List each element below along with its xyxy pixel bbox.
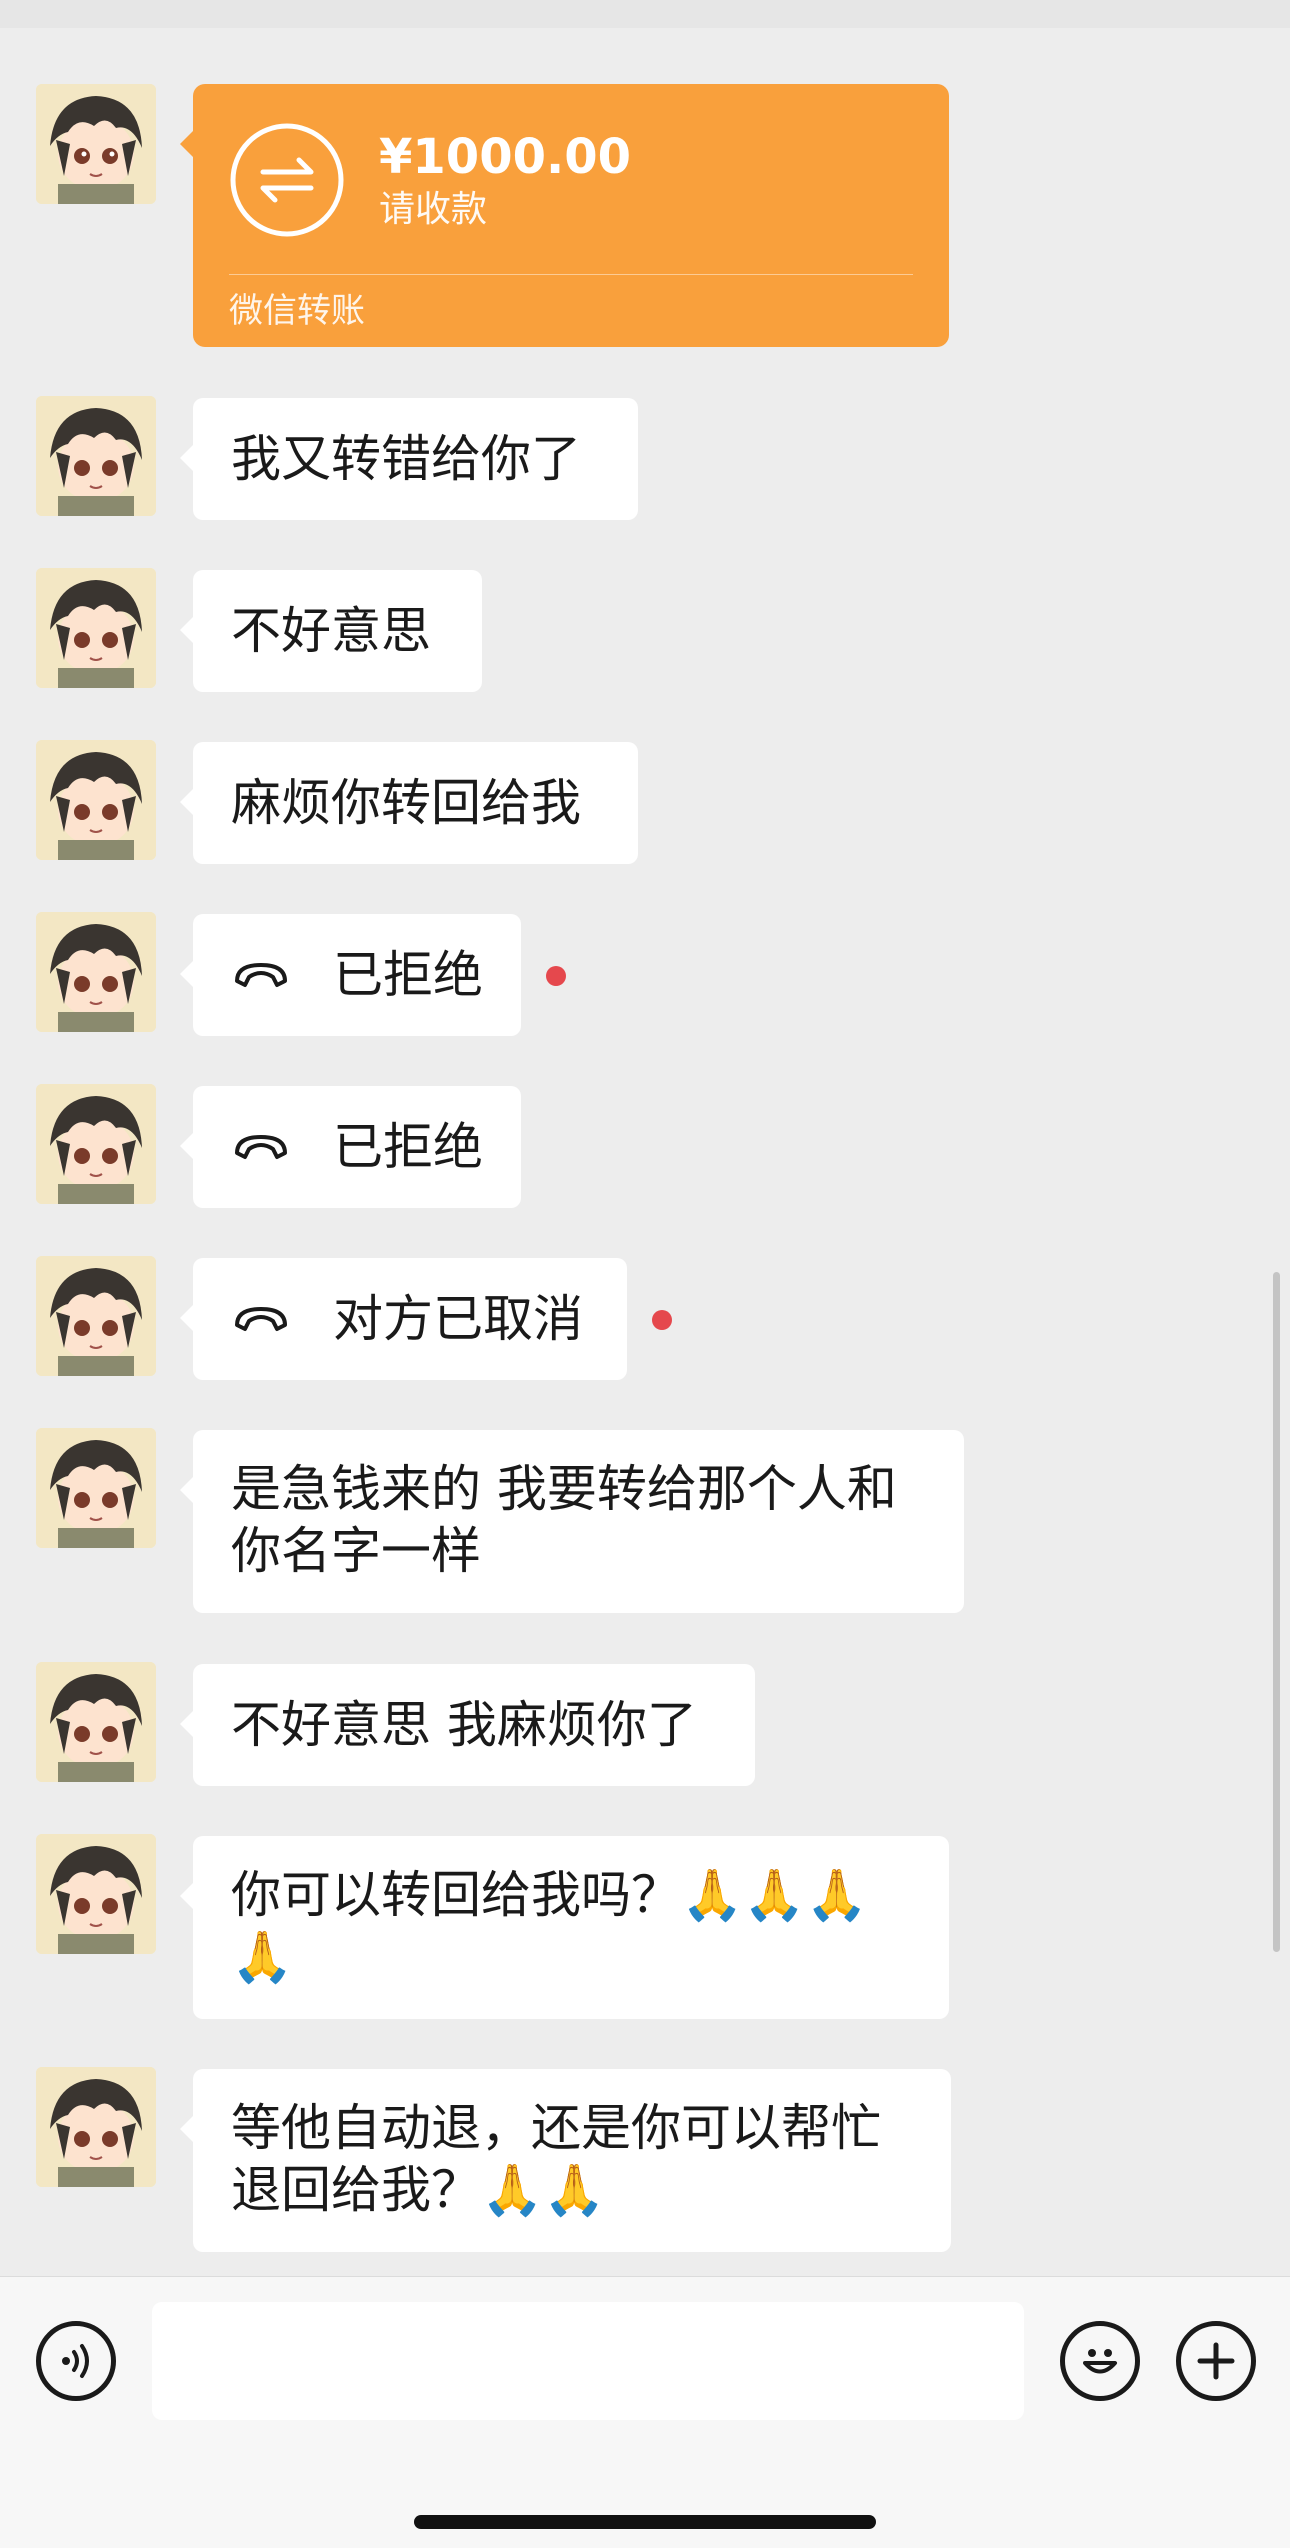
- message-input[interactable]: [152, 2302, 1024, 2420]
- call-record-bubble[interactable]: 已拒绝: [180, 914, 521, 1036]
- avatar[interactable]: [36, 1834, 156, 1954]
- avatar[interactable]: [36, 84, 156, 204]
- message-bubble[interactable]: 不好意思 我麻烦你了: [180, 1664, 755, 1786]
- avatar[interactable]: [36, 568, 156, 688]
- transfer-card[interactable]: ¥1000.00 请收款 微信转账: [180, 84, 949, 347]
- message-line: 🙏: [231, 1928, 294, 1986]
- call-status-text: 对方已取消: [333, 1290, 583, 1348]
- voice-icon[interactable]: [36, 2321, 116, 2401]
- transfer-amount: ¥1000.00: [379, 129, 632, 185]
- plus-icon[interactable]: [1176, 2321, 1256, 2401]
- message-line: 是急钱来的 我要转给那个人和: [231, 1460, 897, 1518]
- call-status-text: 已拒绝: [333, 946, 483, 1004]
- avatar[interactable]: [36, 2067, 156, 2187]
- message-bubble[interactable]: 不好意思: [180, 570, 482, 692]
- call-record-bubble[interactable]: 已拒绝: [180, 1086, 521, 1208]
- call-status-text: 已拒绝: [333, 1118, 483, 1176]
- transfer-arrows-icon: [229, 122, 345, 238]
- unread-dot: [652, 1310, 672, 1330]
- message-line: 你名字一样: [231, 1522, 481, 1580]
- scrollbar[interactable]: [1273, 1272, 1280, 1952]
- avatar[interactable]: [36, 1256, 156, 1376]
- message-text: 我又转错给你了: [231, 430, 581, 488]
- avatar[interactable]: [36, 1084, 156, 1204]
- message-text: 麻烦你转回给我: [231, 774, 581, 832]
- divider: [229, 274, 913, 275]
- avatar[interactable]: [36, 1662, 156, 1782]
- message-bubble[interactable]: 麻烦你转回给我: [180, 742, 638, 864]
- emoji-icon[interactable]: [1060, 2321, 1140, 2401]
- message-bubble[interactable]: 等他自动退，还是你可以帮忙 退回给我？🙏🙏: [180, 2069, 951, 2252]
- call-record-bubble[interactable]: 对方已取消: [180, 1258, 627, 1380]
- status-strip: [0, 0, 1290, 28]
- home-indicator: [414, 2515, 876, 2529]
- hangup-phone-icon: [231, 1127, 291, 1167]
- message-line: 等他自动退，还是你可以帮忙: [231, 2099, 881, 2157]
- message-bubble[interactable]: 是急钱来的 我要转给那个人和 你名字一样: [180, 1430, 964, 1613]
- message-line: 退回给我？🙏🙏: [231, 2161, 606, 2219]
- avatar[interactable]: [36, 740, 156, 860]
- message-bubble[interactable]: 你可以转回给我吗？🙏🙏🙏 🙏: [180, 1836, 949, 2019]
- avatar[interactable]: [36, 1428, 156, 1548]
- message-text: 不好意思 我麻烦你了: [231, 1696, 697, 1754]
- avatar[interactable]: [36, 396, 156, 516]
- hangup-phone-icon: [231, 955, 291, 995]
- avatar[interactable]: [36, 912, 156, 1032]
- input-bar: [0, 2276, 1290, 2548]
- transfer-brand: 微信转账: [229, 291, 365, 331]
- message-text: 不好意思: [231, 602, 431, 660]
- hangup-phone-icon: [231, 1299, 291, 1339]
- message-line: 你可以转回给我吗？🙏🙏🙏: [231, 1866, 868, 1924]
- transfer-status: 请收款: [379, 189, 488, 230]
- unread-dot: [546, 966, 566, 986]
- message-bubble[interactable]: 我又转错给你了: [180, 398, 638, 520]
